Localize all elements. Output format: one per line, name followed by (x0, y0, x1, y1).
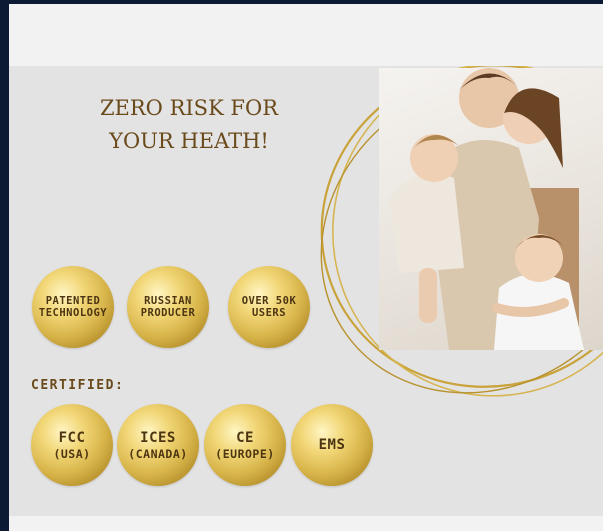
certified-label: CERTIFIED: (31, 378, 125, 393)
badge-line-1: RUSSIAN (144, 295, 192, 307)
headline: ZERO RISK FOR YOUR HEATH! (69, 92, 309, 158)
headline-line-1: ZERO RISK FOR (99, 96, 279, 120)
badge-over-50k-users: OVER 50K USERS (228, 266, 310, 348)
family-photo (379, 68, 603, 350)
badge-line-2: (USA) (53, 446, 91, 461)
badge-patented-technology: PATENTED TECHNOLOGY (32, 266, 114, 348)
badge-line-1: PATENTED (45, 295, 101, 307)
badge-line-2: (EUROPE) (215, 446, 275, 461)
badge-ices-canada: ICES (CANADA) (117, 404, 199, 486)
top-bar (9, 4, 603, 66)
family-hug-photo-icon (389, 68, 584, 350)
headline-line-2: YOUR HEATH! (109, 129, 269, 153)
badge-line-1: CE (236, 429, 254, 446)
badge-line-2: PRODUCER (140, 307, 196, 319)
badge-line-1: OVER 50K (241, 295, 297, 307)
badge-fcc-usa: FCC (USA) (31, 404, 113, 486)
badge-ems: EMS (291, 404, 373, 486)
badge-line-2: USERS (251, 307, 287, 319)
badge-line-1: EMS (318, 436, 346, 453)
bottom-bar (9, 516, 603, 531)
badge-ce-europe: CE (EUROPE) (204, 404, 286, 486)
badge-line-2: (CANADA) (128, 446, 188, 461)
badge-russian-producer: RUSSIAN PRODUCER (127, 266, 209, 348)
badge-line-1: FCC (58, 429, 86, 446)
badge-line-2: TECHNOLOGY (38, 307, 108, 319)
promo-panel: ZERO RISK FOR YOUR HEATH! PATENTED TECHN… (9, 66, 603, 516)
page-frame: ZERO RISK FOR YOUR HEATH! PATENTED TECHN… (9, 4, 603, 531)
badge-line-1: ICES (140, 429, 176, 446)
